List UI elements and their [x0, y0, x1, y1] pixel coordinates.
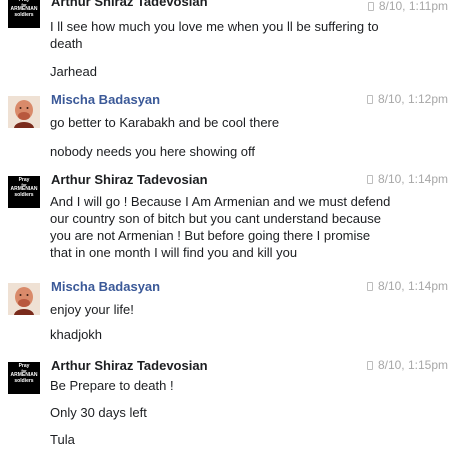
message-text: go better to Karabakh and be cool there: [50, 115, 280, 130]
message-text: I ll see how much you love me when you l…: [50, 19, 379, 51]
timestamp-text: 8/10, 1:11pm: [378, 0, 448, 13]
message-author[interactable]: Arthur Shiraz Tadevosian: [51, 0, 208, 9]
message-text: khadjokh: [50, 327, 103, 342]
mobile-icon: [366, 361, 373, 370]
mobile-icon: [366, 175, 373, 184]
timestamp-text: 8/10, 1:14pm: [377, 172, 448, 186]
message-text: Tula: [50, 432, 75, 447]
message-timestamp: 8/10, 1:14pm: [366, 172, 448, 186]
avatar-text: soldiers: [14, 11, 34, 18]
message-timestamp: 8/10, 1:11pm: [367, 0, 448, 13]
avatar-text: soldiers: [14, 191, 34, 198]
message-author[interactable]: Arthur Shiraz Tadevosian: [51, 358, 208, 373]
message-text: Only 30 days left: [50, 405, 147, 420]
message-text: And I will go ! Because I Am Armenian an…: [50, 194, 391, 260]
message-text: Jarhead: [50, 64, 97, 79]
message-author[interactable]: Arthur Shiraz Tadevosian: [51, 172, 208, 187]
mobile-icon: [366, 282, 373, 291]
mobile-icon: [366, 95, 373, 104]
avatar[interactable]: [8, 96, 40, 128]
message-timestamp: 8/10, 1:12pm: [366, 92, 448, 106]
avatar[interactable]: [8, 283, 40, 315]
avatar[interactable]: Pray for ARMENIAN soldiers: [8, 176, 40, 208]
message-text: Be Prepare to death !: [50, 378, 174, 393]
avatar-text: soldiers: [14, 377, 34, 384]
message-text: nobody needs you here showing off: [50, 144, 256, 159]
user-photo-icon: [8, 96, 40, 128]
message-author[interactable]: Mischa Badasyan: [51, 92, 160, 107]
avatar[interactable]: Pray for ARMENIAN soldiers: [8, 0, 40, 28]
mobile-icon: [367, 2, 374, 11]
message-text: enjoy your life!: [50, 302, 134, 317]
message-timestamp: 8/10, 1:15pm: [366, 358, 448, 372]
timestamp-text: 8/10, 1:12pm: [377, 92, 448, 106]
timestamp-text: 8/10, 1:14pm: [377, 279, 448, 293]
message-timestamp: 8/10, 1:14pm: [366, 279, 448, 293]
message-thread: Pray for ARMENIAN soldiers Arthur Shiraz…: [0, 0, 458, 456]
avatar[interactable]: Pray for ARMENIAN soldiers: [8, 362, 40, 394]
user-photo-icon: [8, 283, 40, 315]
message-author[interactable]: Mischa Badasyan: [51, 279, 160, 294]
timestamp-text: 8/10, 1:15pm: [377, 358, 448, 372]
